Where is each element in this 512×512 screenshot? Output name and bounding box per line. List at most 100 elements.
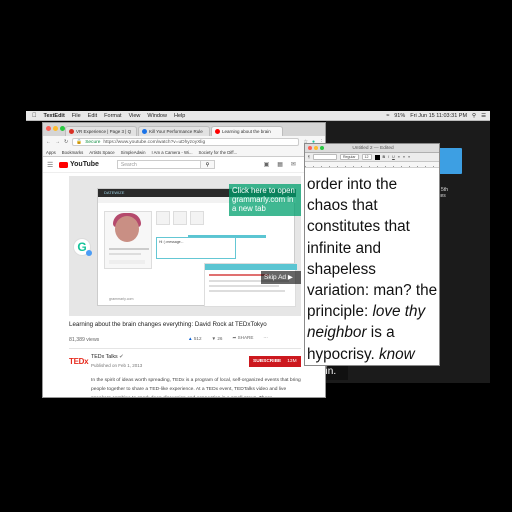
header-actions: ▣ ▦ ✉ ♦ [264, 161, 307, 168]
spotlight-icon[interactable]: ⚲ [472, 113, 476, 119]
search-input[interactable]: Search [116, 160, 201, 169]
video-description: In the spirit of ideas worth spreading, … [91, 378, 301, 397]
minimize-icon[interactable] [314, 146, 318, 150]
menu-app-name[interactable]: TextEdit [44, 113, 65, 119]
menu-format[interactable]: Format [104, 113, 121, 119]
text-segment: order into the chaos that constitutes th… [307, 176, 438, 321]
font-size-dropdown[interactable]: 12 [361, 154, 372, 160]
secure-label: Secure [85, 139, 101, 145]
bookmark-bookmarks[interactable]: Bookmarks [62, 150, 84, 155]
apple-icon[interactable]:  [32, 113, 37, 119]
youtube-header: ☰ YouTube Search ⚲ ▣ ▦ ✉ ♦ [43, 157, 325, 173]
window-controls [46, 126, 65, 131]
hamburger-icon[interactable]: ☰ [47, 161, 53, 169]
dislike-count: 26 [217, 335, 223, 341]
underline-icon[interactable]: U [392, 155, 395, 159]
menu-window[interactable]: Window [147, 113, 167, 119]
back-icon[interactable]: ← [46, 139, 51, 145]
grammarly-badge-icon [86, 250, 92, 256]
lock-icon: 🔒 [76, 139, 83, 145]
like-button[interactable]: ▲ 512 [188, 336, 202, 341]
forward-icon[interactable]: → [55, 139, 60, 145]
ad-overlay-link[interactable]: Click here to open grammarly.com in a ne… [229, 184, 301, 216]
font-family-dropdown[interactable] [312, 154, 337, 160]
paragraph-style-icon[interactable]: ¶ [308, 155, 310, 159]
menu-edit[interactable]: Edit [88, 113, 97, 119]
menu-file[interactable]: File [72, 113, 81, 119]
divider [69, 348, 301, 349]
tab-favicon-icon [69, 129, 74, 134]
reload-icon[interactable]: ↻ [64, 139, 68, 145]
tab-kill-your-performance[interactable]: Kill Your Performance Rule [138, 126, 210, 136]
menu-view[interactable]: View [129, 113, 141, 119]
document-text[interactable]: order into the chaos that constitutes th… [307, 174, 439, 365]
tab-learning-about-brain[interactable]: Learning about the brain [211, 126, 283, 136]
skip-ad-label: Skip Ad [264, 274, 287, 281]
address-bar[interactable]: 🔒 Secure https://www.youtube.com/watch?v… [72, 138, 300, 146]
text-color-icon[interactable] [374, 154, 380, 160]
align-left-icon[interactable]: ≡ [398, 155, 400, 159]
upload-icon[interactable]: ▣ [264, 161, 270, 168]
zoom-icon[interactable] [60, 126, 65, 131]
ruler[interactable] [305, 162, 439, 168]
apps-grid-icon[interactable]: ▦ [277, 161, 283, 168]
menu-list-icon[interactable]: ☰ [481, 113, 486, 119]
dislike-button[interactable]: ▼ 26 [212, 336, 223, 341]
video-player[interactable]: DATEWIZE Hi :) message... G Click here t… [69, 176, 301, 316]
tab-favicon-icon [142, 129, 147, 134]
textedit-titlebar[interactable]: Untitled 2 — Edited [305, 144, 439, 153]
bold-icon[interactable]: B [383, 155, 386, 159]
bookmark-artists-space[interactable]: Artists Space [89, 150, 114, 155]
verified-icon: ✔ [119, 354, 124, 360]
battery-percent[interactable]: 91% [394, 113, 405, 119]
channel-avatar[interactable]: TEDx [69, 357, 89, 366]
ad-site-label: grammarly.com [109, 297, 134, 301]
messages-icon[interactable]: ✉ [291, 161, 296, 168]
minimize-icon[interactable] [53, 126, 58, 131]
email-panel [204, 263, 297, 307]
thumbs-up-icon: ▲ [188, 335, 193, 341]
background-blue-panel [438, 148, 462, 174]
subscribe-label: SUBSCRIBE [253, 359, 282, 364]
channel-name[interactable]: TEDx Talks ✔ [91, 354, 124, 360]
bookmark-apps[interactable]: Apps [46, 150, 56, 155]
bookmark-society[interactable]: Society for the Diff... [199, 150, 238, 155]
screen:  TextEdit File Edit Format View Window … [0, 0, 512, 512]
wifi-icon[interactable]: ≈ [386, 113, 389, 119]
video-actions: ▲ 512 ▼ 26 ➦ SHARE ⋯ [188, 335, 268, 341]
channel-name-text: TEDx Talks [91, 354, 118, 360]
italic-icon[interactable]: I [388, 155, 389, 159]
share-button[interactable]: ➦ SHARE [232, 335, 253, 341]
youtube-logo[interactable]: YouTube [59, 161, 99, 168]
youtube-logo-text: YouTube [70, 161, 99, 168]
align-center-icon[interactable]: ≡ [403, 155, 405, 159]
close-icon[interactable] [46, 126, 51, 131]
tab-label: Learning about the brain [222, 129, 271, 134]
zoom-icon[interactable] [320, 146, 324, 150]
align-right-icon[interactable]: ≡ [408, 155, 410, 159]
bookmark-i-am-a-camera[interactable]: I Am a Camera - Wi... [151, 150, 192, 155]
status-area: ≈ 91% Fri Jun 15 11:03:31 PM ⚲ ☰ [386, 113, 490, 119]
format-toolbar: ¶ Regular 12 B I U ≡ ≡ ≡ [305, 153, 439, 162]
more-icon[interactable]: ⋯ [263, 335, 268, 341]
tab-vr-experience[interactable]: VR Experience | Page 3 | Q [65, 126, 137, 136]
font-style-dropdown[interactable]: Regular [339, 154, 359, 160]
thumbs-down-icon: ▼ [211, 335, 217, 341]
bookmark-simpleadwin[interactable]: SimpleAdwin [121, 150, 146, 155]
video-title: Learning about the brain changes everyth… [69, 321, 267, 328]
menu-help[interactable]: Help [174, 113, 185, 119]
search-button[interactable]: ⚲ [200, 160, 215, 169]
skip-ad-button[interactable]: Skip Ad ▶ [261, 271, 301, 284]
window-controls [308, 146, 324, 150]
subscribe-button[interactable]: SUBSCRIBE 13M [249, 356, 301, 367]
tab-favicon-icon [215, 129, 220, 134]
publish-date: Published on Feb 1, 2013 [91, 363, 143, 368]
document-title: Untitled 2 — Edited [352, 146, 394, 151]
thumbnail-cards [156, 211, 204, 225]
email-panel-header [205, 264, 297, 270]
menu-bar:  TextEdit File Edit Format View Window … [26, 111, 490, 121]
profile-card [104, 211, 152, 269]
clock[interactable]: Fri Jun 15 11:03:31 PM [410, 113, 467, 119]
close-icon[interactable] [308, 146, 312, 150]
address-row: ← → ↻ 🔒 Secure https://www.youtube.com/w… [43, 136, 325, 148]
